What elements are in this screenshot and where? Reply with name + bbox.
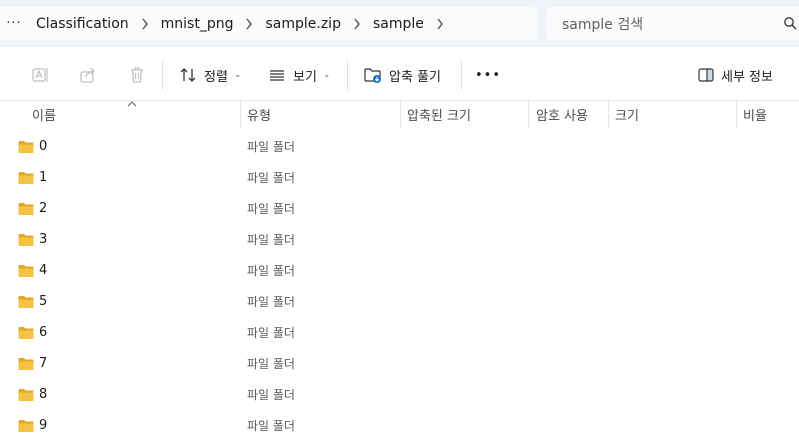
folder-icon	[18, 233, 34, 246]
file-type: 파일 폴더	[247, 140, 295, 154]
list-item[interactable]: 8 파일 폴더	[0, 379, 799, 410]
column-divider[interactable]	[240, 101, 241, 128]
view-label: 보기	[293, 69, 317, 85]
folder-icon	[18, 140, 34, 153]
list-item[interactable]: 4 파일 폴더	[0, 255, 799, 286]
column-header-ratio[interactable]: 비율	[743, 101, 767, 128]
chevron-right-icon[interactable]	[237, 18, 261, 30]
file-name: 8	[39, 387, 48, 402]
list-item[interactable]: 0 파일 폴더	[0, 131, 799, 162]
column-divider[interactable]	[400, 101, 401, 128]
details-pane-label: 세부 정보	[721, 69, 773, 85]
file-name: 3	[39, 232, 48, 247]
file-name: 2	[39, 201, 48, 216]
file-name: 5	[39, 294, 48, 309]
details-pane-icon	[698, 68, 714, 82]
file-name: 1	[39, 170, 48, 185]
trash-icon	[131, 67, 143, 83]
folder-icon	[18, 388, 34, 401]
view-button[interactable]: 보기 ⌄	[267, 61, 330, 89]
file-type: 파일 폴더	[247, 326, 295, 340]
breadcrumb-classification[interactable]: Classification	[32, 16, 133, 32]
breadcrumb-sample[interactable]: sample	[369, 16, 428, 32]
chevron-down-icon: ⌄	[233, 70, 242, 80]
search-placeholder: sample 검색	[562, 16, 644, 33]
more-options-button[interactable]: •••	[475, 61, 501, 89]
folder-icon	[18, 419, 34, 432]
share-button[interactable]	[78, 61, 98, 89]
sort-icon	[180, 68, 196, 82]
folder-icon	[18, 202, 34, 215]
column-header-size[interactable]: 크기	[615, 101, 639, 128]
list-item[interactable]: 5 파일 폴더	[0, 286, 799, 317]
file-name: 4	[39, 263, 48, 278]
extract-folder-icon	[364, 68, 381, 83]
column-header-row: 이름 유형 압축된 크기 암호 사용 크기 비율	[0, 101, 799, 128]
column-divider[interactable]	[736, 101, 737, 128]
file-type: 파일 폴더	[247, 202, 295, 216]
sort-label: 정렬	[204, 69, 228, 85]
chevron-right-icon[interactable]	[428, 18, 452, 30]
file-name: 9	[39, 418, 48, 433]
list-item[interactable]: 9 파일 폴더	[0, 410, 799, 441]
delete-button[interactable]	[127, 61, 147, 89]
breadcrumb-mnist-png[interactable]: mnist_png	[157, 16, 238, 32]
chevron-down-icon: ⌄	[322, 70, 331, 80]
breadcrumb: ··· Classification mnist_png sample.zip …	[0, 7, 537, 40]
column-divider[interactable]	[608, 101, 609, 128]
file-type: 파일 폴더	[247, 233, 295, 247]
file-name: 0	[39, 139, 48, 154]
chevron-right-icon[interactable]	[345, 18, 369, 30]
column-header-type[interactable]: 유형	[247, 101, 271, 128]
list-item[interactable]: 7 파일 폴더	[0, 348, 799, 379]
breadcrumb-sample-zip[interactable]: sample.zip	[261, 16, 344, 32]
file-type: 파일 폴더	[247, 388, 295, 402]
toolbar-divider	[347, 60, 348, 90]
folder-icon	[18, 357, 34, 370]
file-type: 파일 폴더	[247, 171, 295, 185]
rename-button[interactable]	[30, 61, 50, 89]
file-type: 파일 폴더	[247, 295, 295, 309]
folder-icon	[18, 326, 34, 339]
address-bar: ··· Classification mnist_png sample.zip …	[0, 0, 799, 47]
folder-icon	[18, 171, 34, 184]
toolbar-divider	[162, 60, 163, 90]
column-header-compressed-size[interactable]: 압축된 크기	[407, 101, 471, 128]
list-item[interactable]: 3 파일 폴더	[0, 224, 799, 255]
file-name: 6	[39, 325, 48, 340]
share-icon	[80, 67, 95, 83]
command-bar: 정렬 ⌄ 보기 ⌄ 압축 풀기 ••• 세부 정보	[0, 47, 799, 101]
list-item[interactable]: 6 파일 폴더	[0, 317, 799, 348]
list-item[interactable]: 1 파일 폴더	[0, 162, 799, 193]
list-item[interactable]: 2 파일 폴더	[0, 193, 799, 224]
sort-ascending-icon	[127, 101, 137, 107]
column-header-password[interactable]: 암호 사용	[536, 101, 588, 128]
toolbar-divider	[461, 60, 462, 90]
sort-button[interactable]: 정렬 ⌄	[178, 61, 241, 89]
search-icon[interactable]	[783, 16, 797, 30]
view-list-icon	[270, 70, 284, 81]
file-type: 파일 폴더	[247, 264, 295, 278]
more-options-icon: •••	[475, 67, 502, 83]
chevron-right-icon[interactable]	[133, 18, 157, 30]
column-header-name[interactable]: 이름	[32, 101, 56, 128]
extract-all-label: 압축 풀기	[389, 69, 441, 85]
extract-all-button[interactable]: 압축 풀기	[363, 61, 441, 89]
file-type: 파일 폴더	[247, 357, 295, 371]
breadcrumb-overflow-button[interactable]: ···	[0, 16, 28, 31]
folder-icon	[18, 295, 34, 308]
file-list: 0 파일 폴더 1 파일 폴더 2 파일 폴더 3 파일 폴더 4 파일 폴더	[0, 131, 799, 441]
file-name: 7	[39, 356, 48, 371]
search-input[interactable]: sample 검색	[546, 7, 799, 40]
details-pane-button[interactable]: 세부 정보	[697, 61, 773, 89]
file-type: 파일 폴더	[247, 419, 295, 433]
rename-icon	[32, 68, 48, 82]
column-divider[interactable]	[528, 101, 529, 128]
folder-icon	[18, 264, 34, 277]
